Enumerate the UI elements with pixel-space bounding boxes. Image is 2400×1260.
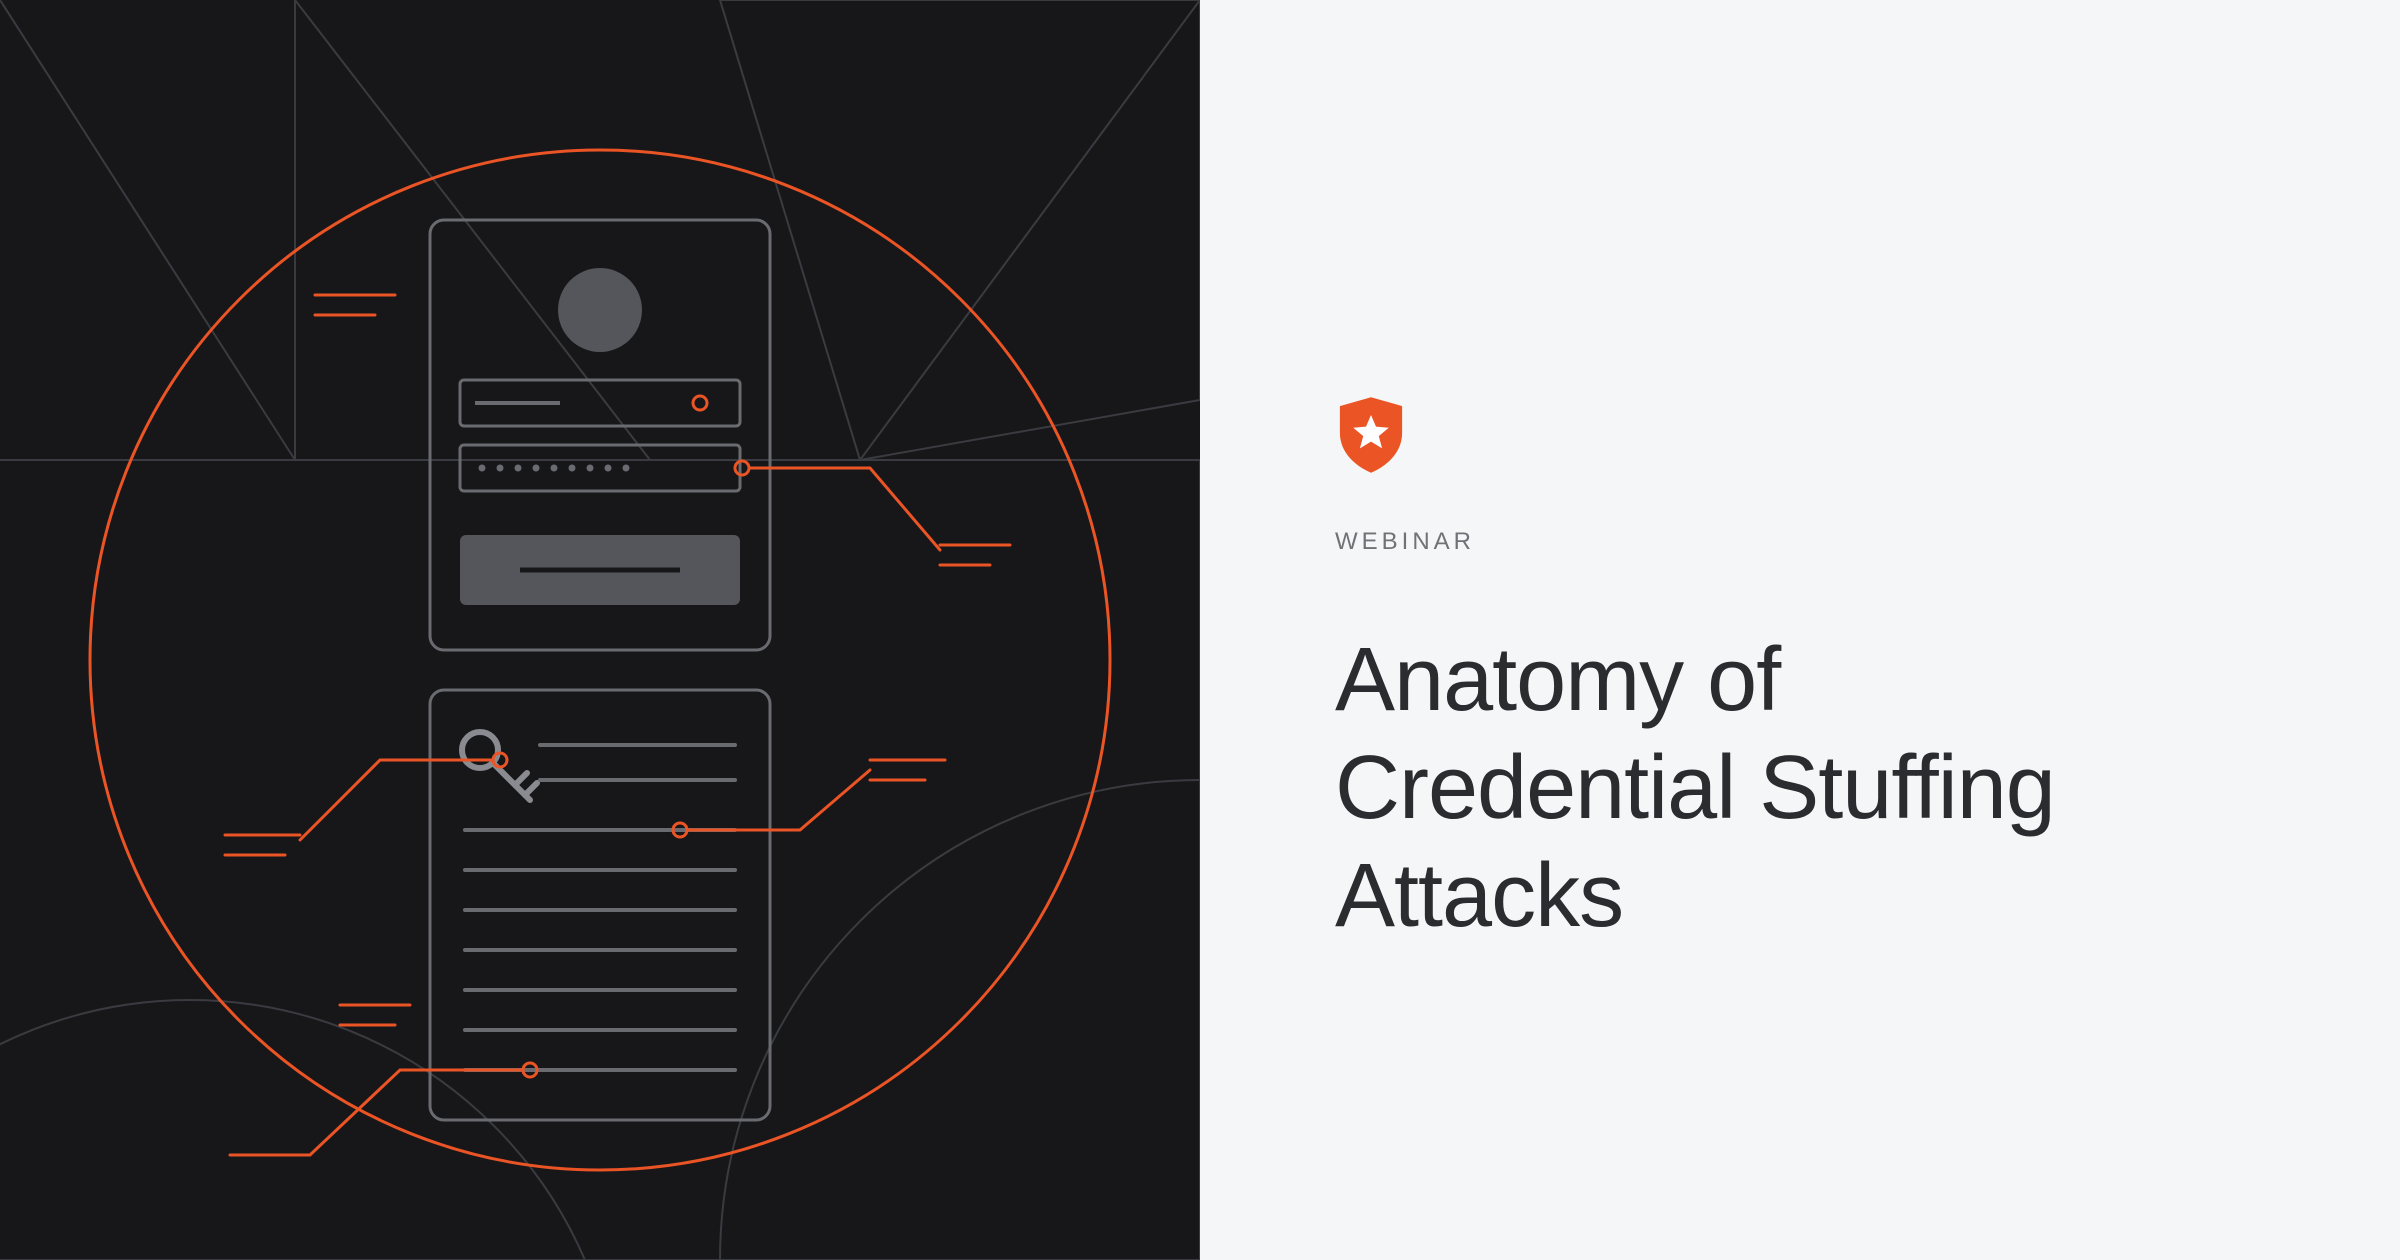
title-line-3: Attacks <box>1335 846 1623 946</box>
avatar-circle <box>558 268 642 352</box>
promo-card: WEBINAR Anatomy of Credential Stuffing A… <box>0 0 2400 1260</box>
auth0-shield-icon <box>1335 395 1407 475</box>
data-card <box>430 690 770 1120</box>
illustration-panel <box>0 0 1200 1260</box>
title-line-2: Credential Stuffing <box>1335 738 2055 838</box>
title: Anatomy of Credential Stuffing Attacks <box>1335 626 2055 950</box>
title-line-1: Anatomy of <box>1335 630 1780 730</box>
login-card <box>430 220 770 650</box>
connectors <box>225 295 1010 1155</box>
eyebrow-label: WEBINAR <box>1335 528 2055 556</box>
illustration-svg <box>0 0 1200 1260</box>
text-panel: WEBINAR Anatomy of Credential Stuffing A… <box>1200 0 2400 1260</box>
